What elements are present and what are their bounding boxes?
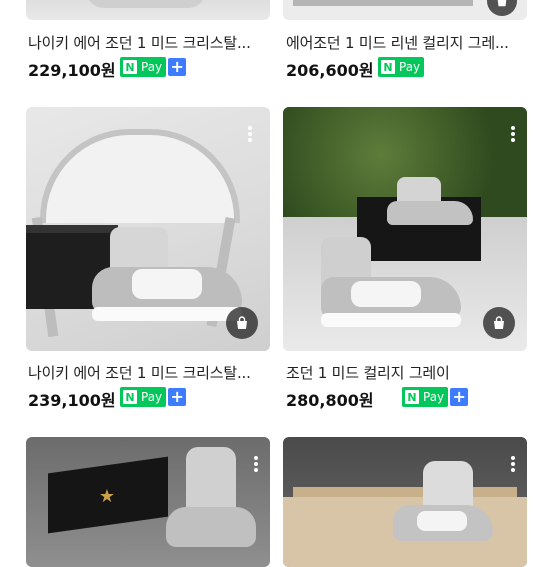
- product-thumbnail[interactable]: [283, 437, 527, 567]
- npay-badge: N Pay +: [120, 57, 187, 77]
- product-thumbnail-top-right[interactable]: [283, 0, 527, 20]
- plus-icon: +: [450, 388, 469, 406]
- naver-n-icon: N: [381, 60, 395, 74]
- npay-badge: N Pay +: [120, 387, 187, 407]
- product-thumbnail-top-left[interactable]: [26, 0, 270, 20]
- product-title[interactable]: 에어조던 1 미드 리넨 컬리지 그레...: [286, 32, 530, 53]
- jumpman-logo-icon: ★: [98, 486, 116, 507]
- plus-icon: +: [168, 388, 187, 406]
- more-options-icon[interactable]: [243, 123, 257, 145]
- product-thumbnail[interactable]: ★: [26, 437, 270, 567]
- shopping-bag-icon[interactable]: [483, 307, 515, 339]
- product-thumbnail[interactable]: [283, 107, 527, 351]
- product-price: 229,100원: [28, 61, 116, 80]
- naver-n-icon: N: [405, 390, 419, 404]
- shopping-bag-icon[interactable]: [226, 307, 258, 339]
- shopping-bag-icon[interactable]: [487, 0, 517, 16]
- naver-n-icon: N: [123, 390, 137, 404]
- plus-icon: +: [168, 58, 187, 76]
- more-options-icon[interactable]: [506, 123, 520, 145]
- more-options-icon[interactable]: [506, 453, 520, 475]
- product-price: 280,800원: [286, 391, 374, 410]
- product-price: 239,100원: [28, 391, 116, 410]
- product-thumbnail[interactable]: [26, 107, 270, 351]
- more-options-icon[interactable]: [249, 453, 263, 475]
- npay-badge: N Pay: [378, 57, 425, 77]
- product-title[interactable]: 나이키 에어 조던 1 미드 크리스탈...: [28, 32, 272, 53]
- product-price: 206,600원: [286, 61, 374, 80]
- product-title[interactable]: 조던 1 미드 컬리지 그레이: [286, 362, 530, 383]
- naver-n-icon: N: [123, 60, 137, 74]
- npay-badge: N Pay +: [402, 387, 469, 407]
- product-title[interactable]: 나이키 에어 조던 1 미드 크리스탈...: [28, 362, 272, 383]
